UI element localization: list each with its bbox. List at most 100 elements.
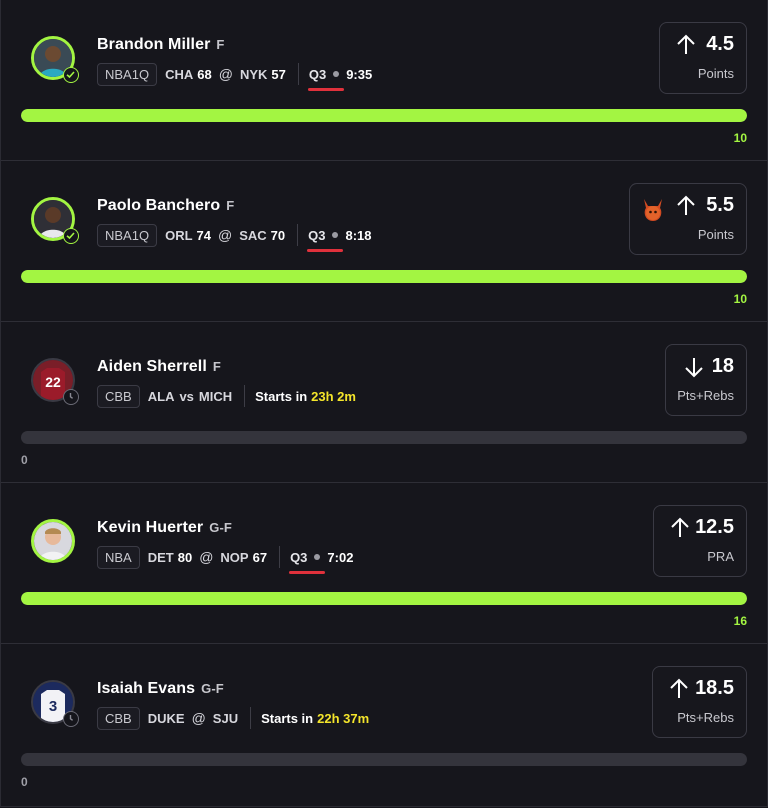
arrow-down-icon [685,358,703,378]
stat-type: Points [697,66,734,81]
player-headshot-icon [34,522,72,560]
away-score: 68 [197,66,212,82]
home-team: NOP [220,549,249,565]
pick-card[interactable]: Paolo Banchero F NBA1Q ORL 74 @ SAC 70 Q3… [1,161,767,322]
matchup-separator: vs [179,388,194,404]
line-value: 18.5 [695,677,734,699]
home-score: 70 [270,227,286,243]
check-icon [63,228,79,244]
home-team: NYK [239,66,268,82]
stat-type: Pts+Rebs [677,710,734,725]
player-name[interactable]: Brandon Miller F [97,36,224,54]
progress-bar [21,431,747,444]
at-symbol: @ [218,66,233,82]
player-name[interactable]: Paolo Banchero F [97,197,234,215]
check-icon [63,67,79,83]
away-team: DET [147,549,174,565]
game-clock: 9:35 [346,66,373,82]
progress-bar [21,109,747,122]
projection-box[interactable]: 4.5 Points [659,22,747,94]
away-score: 74 [196,227,211,243]
home-team: SAC [239,227,267,243]
divider [279,546,281,568]
progress-value: 0 [21,775,28,789]
arrow-up-icon [677,34,695,54]
divider [244,385,246,407]
progress-fill [21,270,747,283]
pick-card[interactable]: Kevin Huerter G-F NBA DET 80 @ NOP 67 Q3 … [1,483,767,644]
countdown: 22h 37m [317,710,370,726]
game-clock: 7:02 [327,549,354,565]
home-team: SJU [212,710,239,726]
player-position: F [226,198,235,213]
stat-type: Points [697,227,734,242]
game-info: NBA DET 80 @ NOP 67 Q3 7:02 [97,545,354,574]
league-badge: CBB [97,706,140,730]
quarter-underline [289,570,326,574]
clock-icon [63,389,79,405]
pick-card[interactable]: 3 Isaiah Evans G-F CBB DUKE @ SJU Starts … [1,644,767,804]
progress-value: 10 [733,292,747,306]
progress-fill [21,109,747,122]
game-info: NBA1Q ORL 74 @ SAC 70 Q3 8:18 [97,223,372,252]
dot-separator [333,71,340,77]
away-team: ALA [147,388,175,404]
home-score: 57 [271,66,286,82]
away-team: CHA [165,66,194,82]
projection-box[interactable]: 18 Pts+Rebs [665,344,747,416]
game-info: CBB ALA vs MICH Starts in 23h 2m [97,384,356,408]
player-position: G-F [209,520,232,535]
dot-separator [314,554,321,560]
pick-card[interactable]: 22 Aiden Sherrell F CBB ALA vs MICH Start… [1,322,767,483]
line-value: 18 [711,355,734,377]
progress-bar [21,753,747,766]
home-score: 67 [252,549,268,565]
at-symbol: @ [199,549,214,565]
game-quarter: Q3 [307,228,344,252]
arrow-up-icon [671,517,689,537]
progress-fill [21,592,747,605]
game-quarter: Q3 [307,67,344,91]
line-value: 12.5 [695,516,734,538]
pick-card[interactable]: Brandon Miller F NBA1Q CHA 68 @ NYK 57 Q3… [1,0,767,161]
arrow-up-icon [670,678,688,698]
quarter-underline [307,87,344,91]
progress-value: 16 [733,614,747,628]
starts-label: Starts in [261,710,314,726]
line-value: 5.5 [706,194,734,216]
league-badge: CBB [97,384,140,408]
at-symbol: @ [218,227,233,243]
game-info: CBB DUKE @ SJU Starts in 22h 37m [97,706,369,730]
stat-type: PRA [707,549,734,564]
projection-box[interactable]: 18.5 Pts+Rebs [652,666,747,738]
away-team: ORL [165,227,193,243]
game-quarter: Q3 [289,550,326,574]
quarter-underline [307,248,344,252]
league-badge: NBA1Q [97,223,158,247]
player-name[interactable]: Isaiah Evans G-F [97,680,224,698]
player-avatar [31,519,75,563]
game-info: NBA1Q CHA 68 @ NYK 57 Q3 9:35 [97,62,373,91]
player-position: F [216,37,225,52]
league-badge: NBA1Q [97,62,158,86]
at-symbol: @ [191,710,206,726]
picks-list: Brandon Miller F NBA1Q CHA 68 @ NYK 57 Q3… [0,0,768,807]
starts-label: Starts in [255,388,308,404]
progress-bar [21,270,747,283]
dot-separator [332,232,339,238]
player-name[interactable]: Aiden Sherrell F [97,358,221,376]
divider [250,707,252,729]
projection-box[interactable]: 5.5 Points [629,183,747,255]
player-name[interactable]: Kevin Huerter G-F [97,519,232,537]
demon-icon [644,199,662,221]
countdown: 23h 2m [311,388,356,404]
away-team: DUKE [147,710,185,726]
divider [297,224,299,246]
stat-type: Pts+Rebs [677,388,734,403]
player-position: G-F [201,681,224,696]
divider [297,63,299,85]
league-badge: NBA [97,545,140,569]
home-team: MICH [198,388,233,404]
player-position: F [212,359,221,374]
projection-box[interactable]: 12.5 PRA [653,505,747,577]
